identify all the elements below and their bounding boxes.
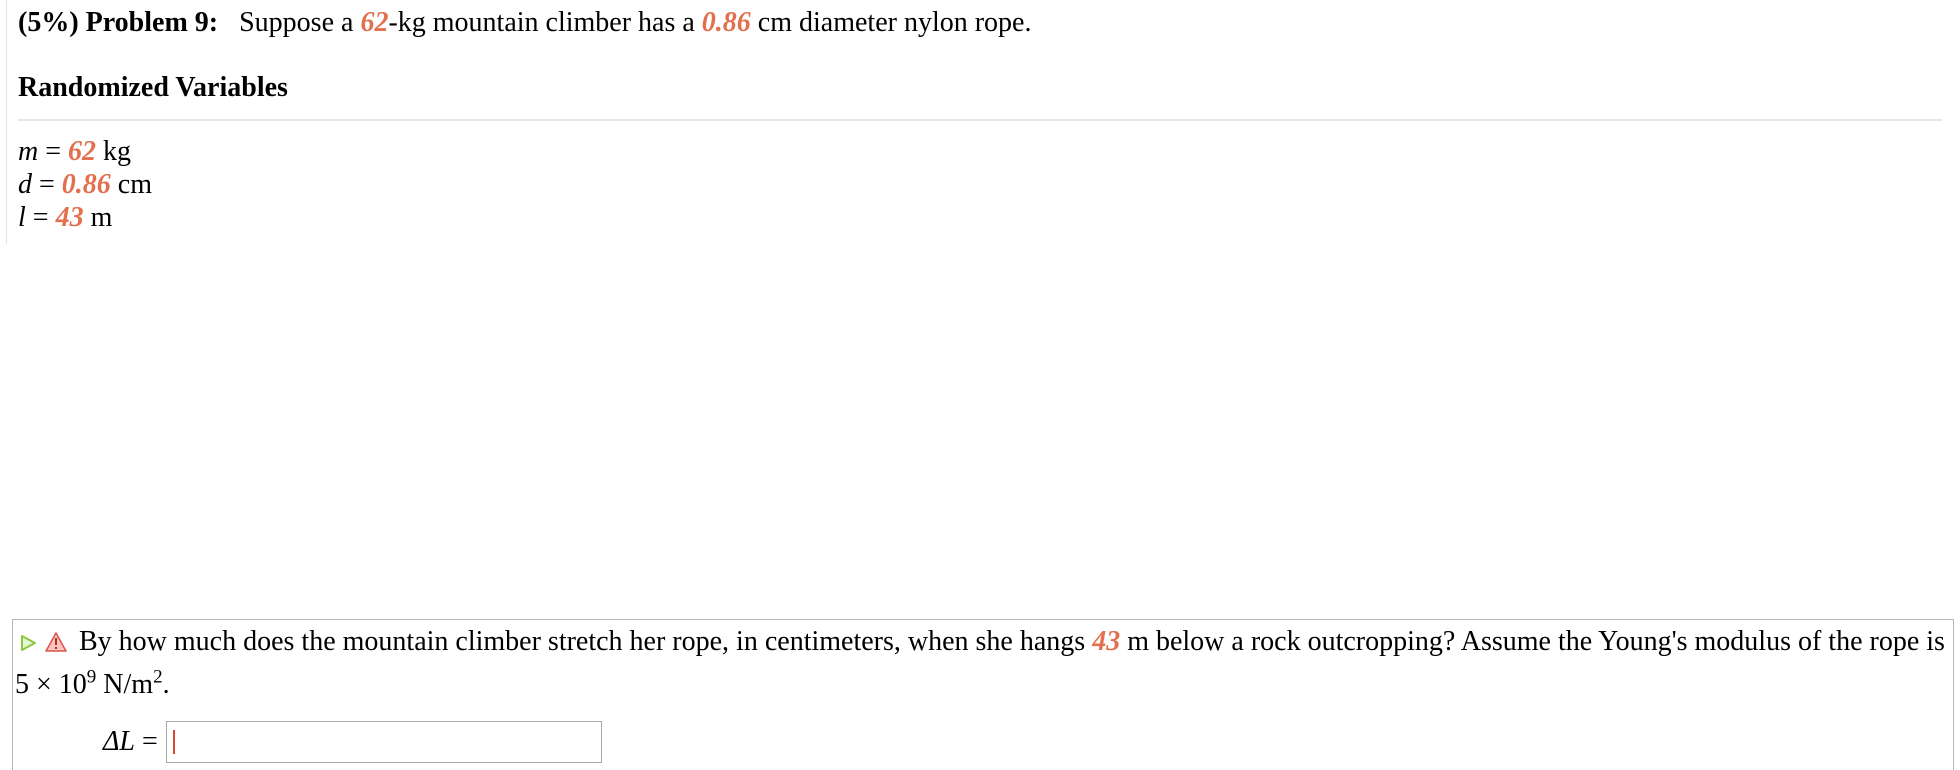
left-divider [6, 0, 7, 244]
problem-weight: (5%) [18, 7, 79, 38]
variable-unit: cm [110, 169, 153, 200]
answer-label: ΔL = [103, 722, 158, 762]
problem-statement: (5%) Problem 9: Suppose a 62-kg mountain… [18, 4, 1031, 42]
modulus-unit: N/m [96, 669, 154, 700]
equals-sign: = [38, 136, 69, 167]
variable-unit: kg [96, 136, 132, 167]
answer-row: ΔL = [103, 720, 602, 763]
question-text: By how much does the mountain climber st… [15, 622, 1951, 705]
variable-row-mass: m = 62 kg [18, 135, 152, 168]
equals-sign: = [25, 202, 56, 233]
question-period: . [162, 669, 170, 700]
variable-value: 0.86 [61, 169, 111, 200]
equals-sign: = [32, 169, 62, 200]
variable-value: 43 [55, 202, 84, 233]
variable-unit: m [83, 202, 113, 233]
mass-value: 62 [360, 7, 389, 38]
problem-text-part: Suppose a [239, 7, 361, 38]
unit-exponent: 2 [153, 666, 163, 688]
modulus-exponent: 9 [86, 666, 97, 688]
section-divider [18, 119, 1942, 121]
problem-number: Problem 9: [85, 7, 219, 38]
variable-row-diameter: d = 0.86 cm [18, 168, 152, 201]
text-cursor [172, 729, 175, 754]
variable-value: 62 [68, 136, 97, 167]
variable-row-length: l = 43 m [18, 201, 152, 234]
problem-text-part: -kg mountain climber has a [388, 7, 702, 38]
variable-symbol: m [18, 136, 39, 167]
question-text-part: By how much does the mountain climber st… [79, 626, 1093, 657]
randomized-variables-title: Randomized Variables [18, 72, 288, 103]
problem-page: (5%) Problem 9: Suppose a 62-kg mountain… [0, 0, 1960, 770]
length-value: 43 [1092, 626, 1121, 657]
diameter-value: 0.86 [701, 7, 751, 38]
variable-symbol: l [18, 202, 26, 233]
equals-sign: = [135, 725, 158, 757]
problem-text-part: cm diameter nylon rope. [750, 7, 1032, 38]
answer-symbol: ΔL [103, 725, 136, 757]
randomized-variables-list: m = 62 kg d = 0.86 cm l = 43 m [18, 135, 152, 234]
warning-icon [45, 625, 67, 665]
play-icon[interactable] [18, 625, 38, 665]
question-panel: By how much does the mountain climber st… [12, 619, 1954, 770]
variable-symbol: d [18, 169, 32, 200]
delta-l-input[interactable] [165, 720, 602, 763]
